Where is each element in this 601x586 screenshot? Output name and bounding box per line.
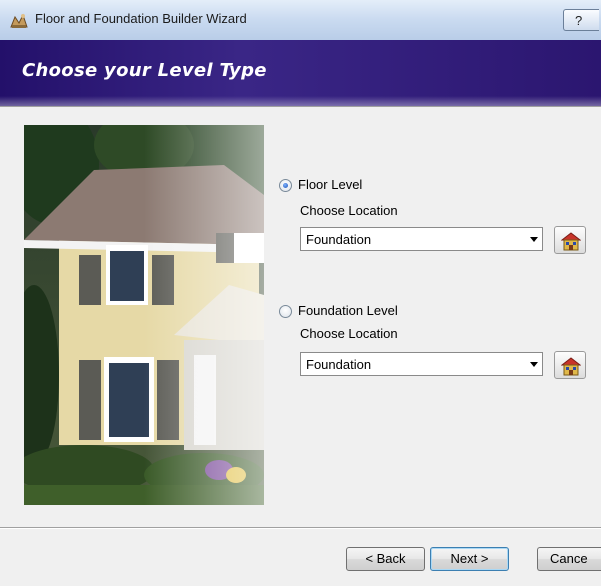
header-divider — [0, 106, 601, 107]
floor-choose-location-label: Choose Location — [300, 203, 398, 218]
footer-divider-highlight — [0, 528, 601, 529]
wizard-banner: Choose your Level Type — [0, 40, 601, 106]
foundation-location-dropdown[interactable]: Foundation — [300, 352, 543, 376]
foundation-level-radio[interactable] — [279, 305, 292, 318]
next-button[interactable]: Next > — [430, 547, 509, 571]
foundation-choose-location-label: Choose Location — [300, 326, 398, 341]
house-floor-icon — [561, 357, 581, 376]
window-titlebar[interactable]: Floor and Foundation Builder Wizard ? — [0, 0, 601, 41]
foundation-level-label[interactable]: Foundation Level — [298, 303, 398, 318]
foundation-pick-location-button[interactable] — [554, 351, 586, 379]
banner-glow — [0, 96, 601, 106]
window-title: Floor and Foundation Builder Wizard — [35, 11, 247, 26]
builder-wizard-icon — [10, 13, 28, 28]
floor-location-dropdown[interactable]: Foundation — [300, 227, 543, 251]
help-button[interactable]: ? — [563, 9, 599, 31]
foundation-location-value: Foundation — [306, 357, 372, 372]
page-title: Choose your Level Type — [22, 60, 267, 81]
house-floor-icon — [561, 232, 581, 251]
chevron-down-icon — [530, 237, 538, 242]
house-picture — [24, 125, 264, 505]
floor-location-value: Foundation — [306, 232, 372, 247]
back-button[interactable]: < Back — [346, 547, 425, 571]
cancel-button[interactable]: Cance — [537, 547, 601, 571]
floor-pick-location-button[interactable] — [554, 226, 586, 254]
chevron-down-icon — [530, 362, 538, 367]
floor-level-label[interactable]: Floor Level — [298, 177, 362, 192]
floor-level-radio[interactable] — [279, 179, 292, 192]
